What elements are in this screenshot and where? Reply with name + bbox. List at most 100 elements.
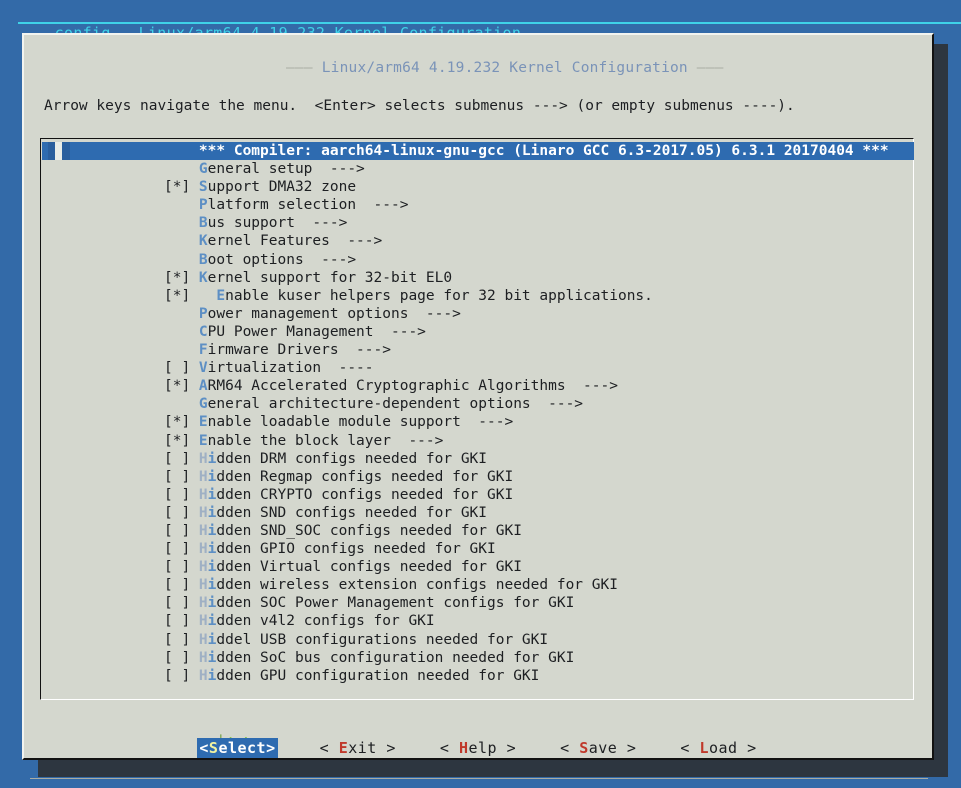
menu-item-state: [ ] [164,450,199,467]
menu-item[interactable]: [ ] Hidden SOC Power Management configs … [42,594,914,612]
menu-item[interactable]: [ ] Hidden Regmap configs needed for GKI [42,468,914,486]
menu-item[interactable]: [ ] Hidden SoC bus configuration needed … [42,649,914,667]
menu-item-hotkey: H [198,522,208,539]
menu-item-state: [*] [164,414,199,431]
menu-item-hotkey: A [198,378,208,395]
selection-cursor-icon [48,142,70,161]
menu-item-hotkey: H [198,613,208,630]
menu-item[interactable]: [ ] Hiddel USB configurations needed for… [42,631,914,649]
menu-item-state [164,342,199,358]
menu-item-label: dden CRYPTO configs needed for GKI [216,486,514,503]
menu-item[interactable]: [ ] Hidden Virtual configs needed for GK… [42,558,914,576]
menu-item-label: latform selection ---> [207,197,409,214]
menu-item[interactable]: [*] ARM64 Accelerated Cryptographic Algo… [42,377,914,395]
menu-item[interactable]: General architecture-dependent options -… [42,395,914,413]
menu-item-hotkey: E [198,414,208,431]
menu-item[interactable]: Boot options ---> [42,251,914,269]
menu-item[interactable]: [ ] Hidden SND_SOC configs needed for GK… [42,522,914,540]
menu-item[interactable]: [*] Kernel support for 32-bit EL0 [42,269,914,287]
title-underline [18,22,961,24]
menu-item[interactable]: *** Compiler: aarch64-linux-gnu-gcc (Lin… [42,142,914,161]
menu-item-state: [ ] [164,595,199,612]
menu-item[interactable]: [ ] Hidden CRYPTO configs needed for GKI [42,486,914,504]
menu-item-state [164,396,199,412]
menu-item-label: dden Virtual configs needed for GKI [216,559,522,576]
button-s-0[interactable]: <Select> [197,738,278,758]
menu-item-state: [ ] [164,504,199,521]
menu-item-label: ernel support for 32-bit EL0 [207,269,453,286]
menu-item[interactable]: [ ] Hidden DRM configs needed for GKI [42,450,914,468]
menu-item-state: [*] [164,179,199,196]
menu-item-hotkey: K [198,233,208,250]
menu-item-state: [ ] [164,649,199,666]
menu-item-label: dden SoC bus configuration needed for GK… [216,649,575,666]
menu-item[interactable]: Kernel Features ---> [42,232,914,250]
button-label: elp > [468,739,517,757]
menu-item-label: oot options ---> [207,251,357,268]
menu-item-label: nable loadable module support ---> [207,414,514,431]
menu-item-state: [ ] [164,468,199,485]
menu-item-state [164,143,199,159]
menu-item[interactable]: [ ] Hidden SND configs needed for GKI [42,504,914,522]
menu-item-hotkey: K [198,269,208,286]
menu-item-label: ernel Features ---> [207,233,383,250]
menu-item-label: eneral setup ---> [207,161,365,178]
menu-item-hotkey: S [198,179,208,196]
menu-item[interactable]: Bus support ---> [42,214,914,232]
menu-item-state [164,233,199,249]
menu-list[interactable]: *** Compiler: aarch64-linux-gnu-gcc (Lin… [42,142,914,698]
menu-item-hotkey: B [198,251,208,268]
menu-item-state: [ ] [164,613,199,630]
menu-item-label: irmware Drivers ---> [207,342,391,359]
menu-item[interactable]: Firmware Drivers ---> [42,341,914,359]
menu-item-state: [ ] [164,667,199,684]
menu-item[interactable]: [ ] Hidden wireless extension configs ne… [42,576,914,594]
button-s-3[interactable]: < Save > [558,738,638,758]
button-l-4[interactable]: < Load > [678,738,758,758]
button-prefix: < [560,739,580,757]
dialog-bottom-divider [30,778,928,779]
menu-item[interactable]: [*] Enable kuser helpers page for 32 bit… [42,287,914,305]
button-h-2[interactable]: < Help > [438,738,518,758]
menu-item-state [164,324,199,340]
menu-item-indent [199,288,216,304]
menu-item-hotkey: C [198,323,208,340]
menu-item[interactable]: [ ] Hidden GPIO configs needed for GKI [42,540,914,558]
menu-item[interactable]: CPU Power Management ---> [42,323,914,341]
menuconfig-dialog: ——— Linux/arm64 4.19.232 Kernel Configur… [22,33,934,779]
menu-item-hotkey: G [198,161,208,178]
menu-item[interactable]: Platform selection ---> [42,196,914,214]
menu-item-label: dden SOC Power Management configs for GK… [216,595,575,612]
menu-item-label: dden DRM configs needed for GKI [216,450,488,467]
menu-item-hotkey: F [198,342,208,359]
menu-item-label: irtualization ---- [207,360,374,377]
menu-item[interactable]: [*] Support DMA32 zone [42,178,914,196]
menu-item-state [164,252,199,268]
window-title-bar: .config - Linux/arm64 4.19.232 Kernel Co… [0,0,961,42]
button-e-1[interactable]: < Exit > [318,738,398,758]
menu-item[interactable]: [*] Enable loadable module support ---> [42,413,914,431]
menu-item-state [164,215,199,231]
menu-item[interactable]: General setup ---> [42,160,914,178]
button-prefix: < [439,739,459,757]
menu-item[interactable]: [ ] Hidden v4l2 configs for GKI [42,612,914,630]
menu-item-hotkey: H [198,577,208,594]
menu-item-label: nable kuser helpers page for 32 bit appl… [225,287,653,304]
menu-list-box[interactable]: *** Compiler: aarch64-linux-gnu-gcc (Lin… [40,138,914,700]
menu-item[interactable]: [ ] Virtualization ---- [42,359,914,377]
menu-item-state: [*] [164,378,199,395]
menu-item-hotkey: E [198,432,208,449]
menu-item-label: ower management options ---> [207,305,461,322]
button-label: xit > [348,739,396,757]
menu-item-state: [ ] [164,541,199,558]
menu-item-label: RM64 Accelerated Cryptographic Algorithm… [207,378,618,395]
menu-item-state [164,197,199,213]
menu-item[interactable]: [ ] Hidden GPU configuration needed for … [42,667,914,685]
menu-item[interactable]: [*] Enable the block layer ---> [42,432,914,450]
button-label: oad > [708,739,757,757]
menu-item[interactable]: Power management options ---> [42,305,914,323]
dialog-button-bar: <Select> < Exit > < Help > < Save > < Load > [24,733,932,763]
menu-item-state: [ ] [164,360,199,377]
menu-item-state: [ ] [164,522,199,539]
menu-item-hotkey: H [198,649,208,666]
